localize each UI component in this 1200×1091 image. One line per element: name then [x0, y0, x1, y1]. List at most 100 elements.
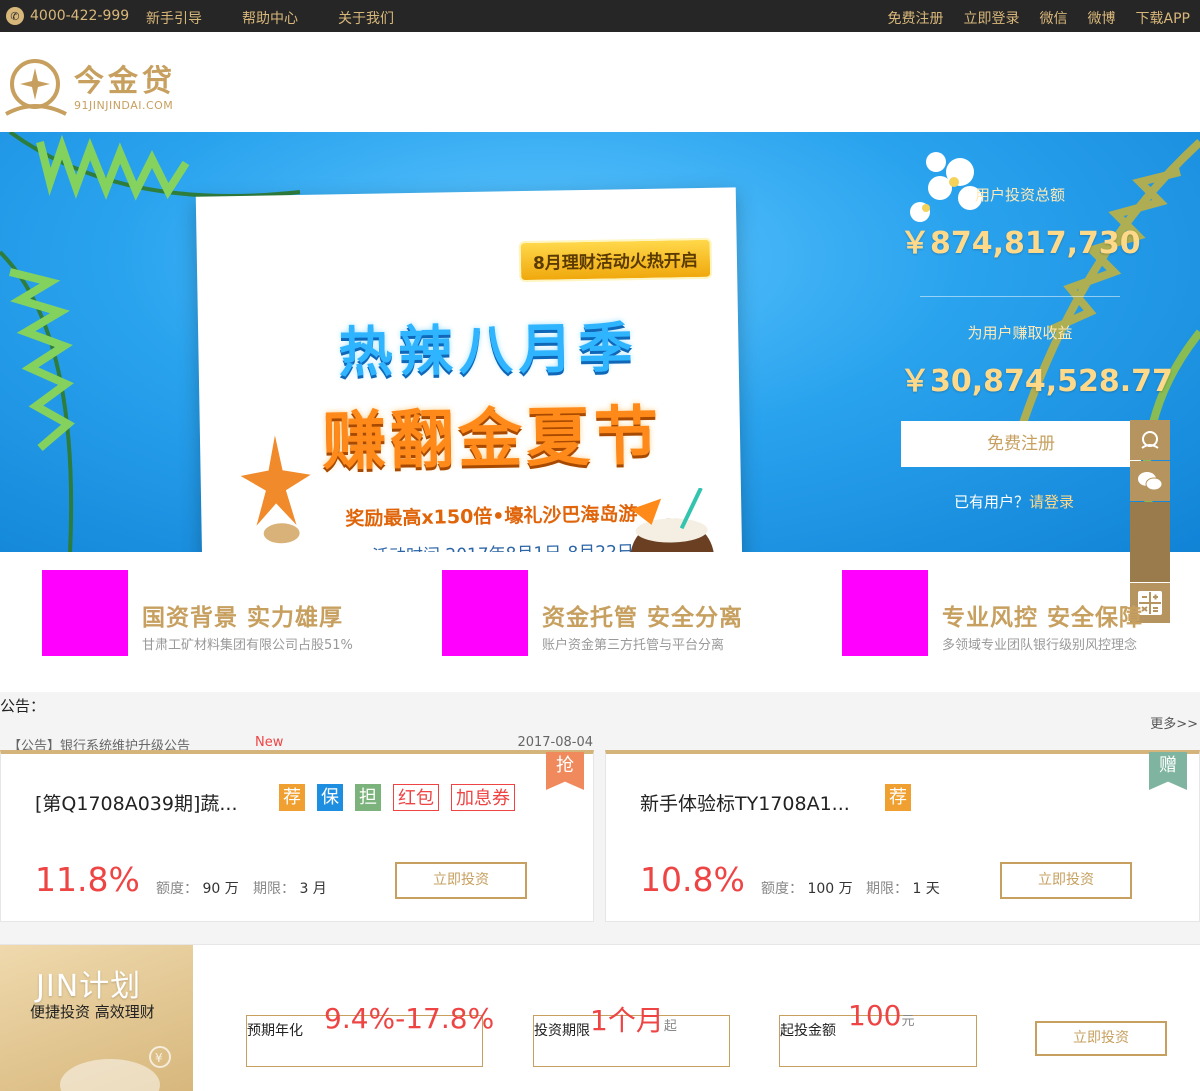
nav-login[interactable]: 立即登录	[964, 8, 1020, 28]
promo-poster: 8月理财活动火热开启 热辣八月季 赚翻金夏节 奖励最高x150倍•壕礼沙巴海岛游…	[195, 187, 745, 552]
amount-label: 额度：	[761, 881, 803, 897]
product-name[interactable]: 新手体验标TY1708A1...	[640, 789, 850, 816]
jin-invest-button[interactable]: 立即投资	[1035, 1021, 1167, 1056]
invest-button[interactable]: 立即投资	[1000, 862, 1132, 899]
coconut-icon	[630, 487, 715, 552]
promo-tag: 8月理财活动火热开启	[518, 237, 713, 283]
feature-desc: 甘肃工矿材料集团有限公司占股51%	[142, 638, 353, 653]
jin-plan-title: JIN计划	[36, 969, 142, 1004]
feature-item: 专业风控 安全保障 多领域专业团队银行级别风控理念	[842, 570, 1200, 656]
earnings-label: 为用户赚取收益	[967, 324, 1073, 342]
badge-recommend: 荐	[885, 784, 911, 811]
term-label: 期限：	[253, 881, 295, 897]
logo-text: 今金贷 91JINJINDAI.COM	[74, 63, 176, 112]
expected-rate-value: 9.4%-17.8%	[324, 1002, 495, 1035]
product-term: 期限： 1 天	[866, 878, 940, 898]
new-badge: New	[255, 735, 284, 750]
badge-red-packet: 红包	[393, 784, 439, 811]
amount-value: 90 万	[202, 881, 239, 897]
product-amount: 额度： 90 万	[156, 878, 239, 898]
jin-plan-subtitle: 便捷投资 高效理财	[30, 1003, 155, 1021]
nav-help-center[interactable]: 帮助中心	[242, 8, 298, 28]
term-value: 3 月	[299, 881, 327, 897]
product-badges: 荐	[885, 784, 911, 811]
notice-date: 2017-08-04	[517, 735, 593, 750]
feature-title: 国资背景 实力雄厚	[142, 605, 344, 631]
jin-plan-banner: JIN计划 便捷投资 高效理财 ¥	[0, 945, 193, 1091]
gift-corner-badge: 赠	[1149, 752, 1187, 790]
logo[interactable]: 今金贷 91JINJINDAI.COM	[4, 58, 176, 118]
top-nav-left: 新手引导 帮助中心 关于我们	[146, 8, 394, 28]
expected-rate-label: 预期年化	[247, 1023, 303, 1039]
logo-cn: 今金贷	[74, 63, 176, 99]
feature-item: 资金托管 安全分离 账户资金第三方托管与平台分离	[442, 570, 822, 656]
feature-item: 国资背景 实力雄厚 甘肃工矿材料集团有限公司占股51%	[42, 570, 422, 656]
total-invest-label: 用户投资总额	[974, 186, 1065, 204]
feature-image	[442, 570, 528, 656]
starfish-icon	[240, 435, 311, 544]
feature-strip: 国资背景 实力雄厚 甘肃工矿材料集团有限公司占股51% 资金托管 安全分离 账户…	[0, 552, 1200, 692]
phone-icon: ✆	[6, 7, 24, 25]
top-nav-right: 免费注册 立即登录 微信 微博 下载APP	[888, 8, 1190, 28]
feature-desc: 多领域专业团队银行级别风控理念	[942, 638, 1138, 653]
feature-image	[842, 570, 928, 656]
product-name[interactable]: [第Q1708A039期]蔬...	[35, 789, 238, 816]
product-card: 赠 新手体验标TY1708A1... 荐 10.8% 额度： 100 万 期限：…	[605, 750, 1200, 922]
top-bar: ✆ 4000-422-999 新手引导 帮助中心 关于我们 免费注册 立即登录 …	[0, 0, 1200, 32]
promo-reward: 奖励最高x150倍•壕礼沙巴海岛游	[345, 503, 638, 531]
nav-about-us[interactable]: 关于我们	[338, 8, 394, 28]
feature-desc: 账户资金第三方托管与平台分离	[542, 638, 725, 653]
badge-recommend: 荐	[279, 784, 305, 811]
header: 今金贷 91JINJINDAI.COM	[0, 32, 1200, 132]
promo-headline-2: 赚翻金夏节	[321, 399, 663, 480]
invest-button[interactable]: 立即投资	[395, 862, 527, 899]
product-amount: 额度： 100 万	[761, 878, 853, 898]
piggy-bank-icon: ¥	[60, 1046, 171, 1091]
login-hint-text: 已有用户？	[954, 493, 1030, 511]
total-invest-value: ￥874,817,730	[900, 226, 1141, 261]
notice-label: 公告：	[0, 697, 46, 715]
logo-star-icon	[4, 58, 70, 118]
feature-title: 专业风控 安全保障	[942, 605, 1144, 631]
promo-banner[interactable]: 8月理财活动火热开启 热辣八月季 赚翻金夏节 奖励最高x150倍•壕礼沙巴海岛游…	[0, 132, 1200, 552]
product-card: 抢 [第Q1708A039期]蔬... 荐 保 担 红包 加息券 11.8% 额…	[0, 750, 594, 922]
term-box-unit: 起	[663, 1019, 677, 1034]
term-label: 期限：	[866, 881, 908, 897]
hotline-number: 4000-422-999	[30, 8, 130, 24]
term-box-number: 1个月	[590, 1004, 664, 1037]
logo-en: 91JINJINDAI.COM	[74, 98, 174, 112]
term-box-label: 投资期限	[534, 1023, 590, 1039]
svg-text:¥: ¥	[155, 1051, 163, 1065]
feature-title: 资金托管 安全分离	[542, 605, 744, 631]
nav-weibo[interactable]: 微博	[1088, 8, 1116, 28]
product-rate: 11.8%	[35, 860, 140, 899]
login-link[interactable]: 请登录	[1029, 493, 1074, 511]
term-box-value: 1个月起	[590, 999, 677, 1039]
login-hint: 已有用户？请登录	[954, 491, 1074, 512]
promo-time: 活动时间 2017年8月1日-8月22日	[372, 537, 634, 552]
earnings-value: ￥30,874,528.77	[900, 364, 1173, 399]
nav-download-app[interactable]: 下载APP	[1136, 8, 1190, 28]
banner-register-button[interactable]: 免费注册	[901, 421, 1141, 467]
wechat-icon[interactable]	[1130, 461, 1170, 501]
product-badges: 荐 保 担 红包 加息券	[279, 784, 515, 811]
more-link[interactable]: 更多>>	[1150, 713, 1198, 732]
amount-label: 额度：	[156, 881, 198, 897]
amount-value: 100 万	[807, 881, 853, 897]
stats-divider	[920, 296, 1120, 297]
nav-newbie-guide[interactable]: 新手引导	[146, 8, 202, 28]
min-invest-unit: 元	[901, 1014, 915, 1029]
min-invest-label: 起投金额	[780, 1023, 836, 1039]
badge-guarantee: 保	[317, 784, 343, 811]
nav-wechat[interactable]: 微信	[1040, 8, 1068, 28]
min-invest-number: 100	[848, 999, 902, 1032]
term-value: 1 天	[912, 881, 940, 897]
stats-panel: 用户投资总额 ￥874,817,730 为用户赚取收益 ￥30,874,528.…	[900, 132, 1173, 552]
customer-service-icon[interactable]	[1130, 420, 1170, 460]
nav-register[interactable]: 免费注册	[888, 8, 944, 28]
hotline: ✆ 4000-422-999	[6, 7, 129, 25]
grab-corner-badge: 抢	[546, 752, 584, 790]
feature-image	[42, 570, 128, 656]
badge-secured: 担	[355, 784, 381, 811]
promo-headline-1: 热辣八月季	[337, 316, 640, 385]
